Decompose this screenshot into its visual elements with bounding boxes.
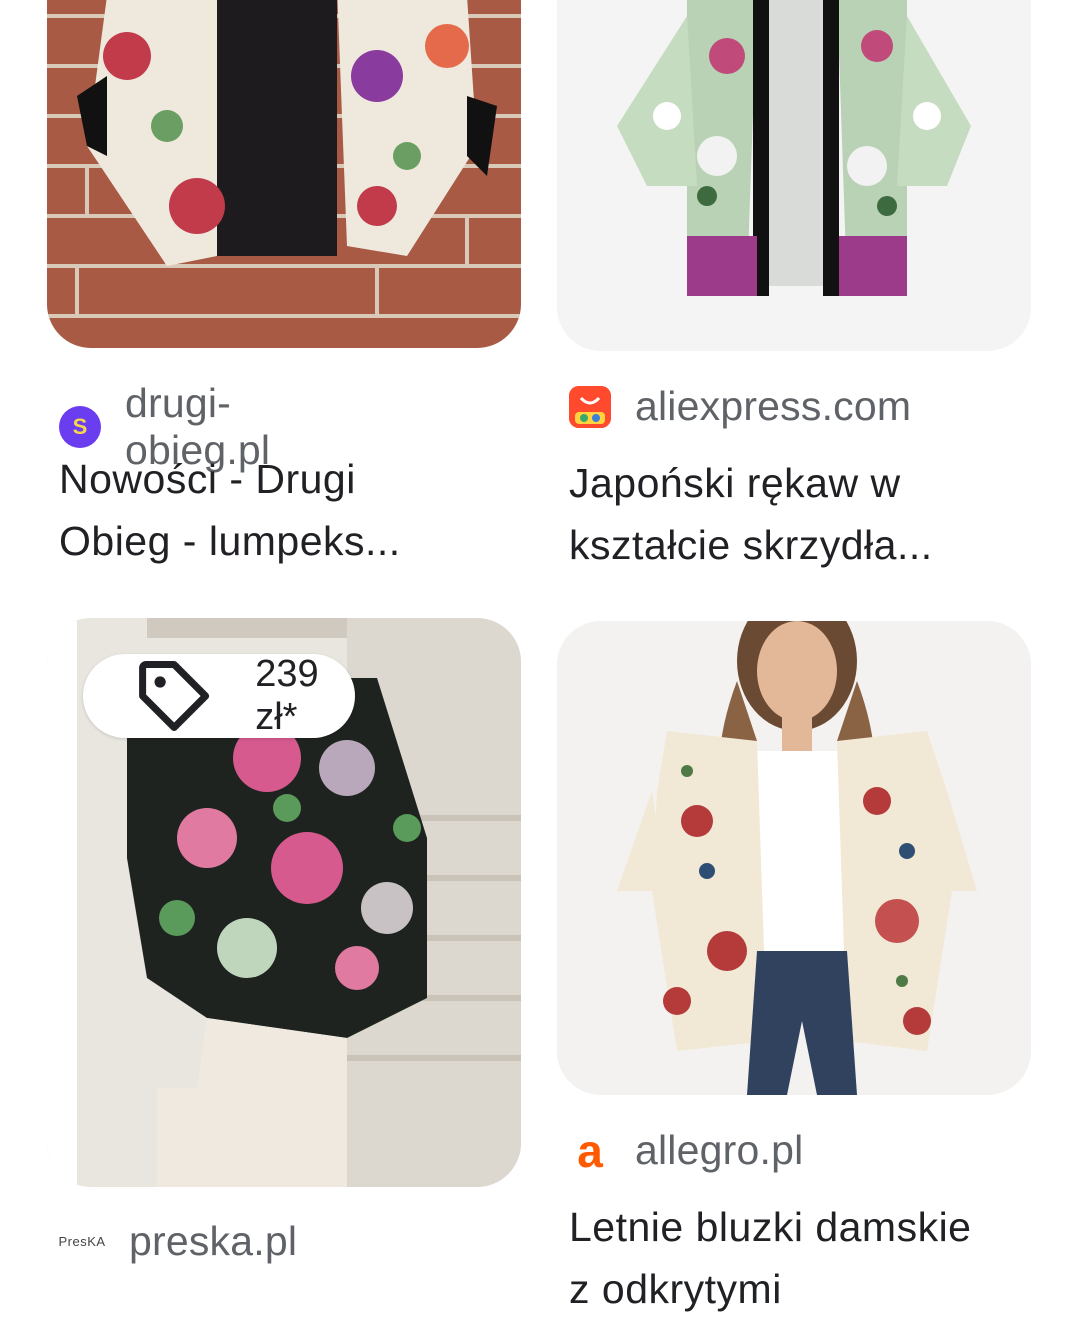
result-image[interactable]: [47, 0, 521, 348]
cream-floral-cardigan-image: [557, 621, 1031, 1095]
result-image[interactable]: [557, 621, 1031, 1095]
result-title[interactable]: Letnie bluzki damskie z odkrytymi: [569, 1196, 1049, 1320]
price-label: 239 zł*: [255, 653, 319, 738]
tag-icon: [139, 661, 210, 731]
kimono-on-brick-wall-image: [47, 0, 521, 348]
source-domain[interactable]: preska.pl: [129, 1218, 297, 1265]
result-image[interactable]: 239 zł*: [47, 618, 521, 1187]
allegro-favicon-icon: a: [577, 1124, 603, 1177]
source-domain[interactable]: aliexpress.com: [635, 383, 911, 430]
aliexpress-favicon-icon: [569, 385, 611, 428]
result-title[interactable]: Japoński rękaw w kształcie skrzydła...: [569, 452, 1029, 576]
preska-favicon-icon: PresKA: [58, 1234, 106, 1249]
result-title[interactable]: Nowości - Drugi Obieg - lumpeks...: [59, 448, 499, 572]
source-domain[interactable]: allegro.pl: [635, 1127, 803, 1174]
result-image[interactable]: [557, 0, 1031, 351]
site-favicon-icon: S: [59, 406, 101, 448]
price-badge: 239 zł*: [83, 653, 356, 738]
green-floral-kimono-image: [557, 0, 1031, 351]
